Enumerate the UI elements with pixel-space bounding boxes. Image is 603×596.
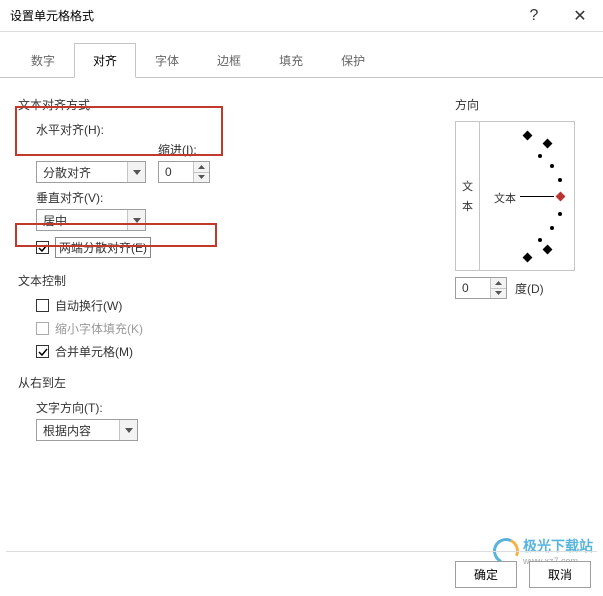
section-text-control: 文本控制: [18, 272, 358, 289]
justify-label: 两端分散对齐(E): [55, 237, 151, 258]
merge-label: 合并单元格(M): [55, 343, 133, 360]
tab-alignment[interactable]: 对齐: [74, 43, 136, 78]
section-rtl: 从右到左: [18, 374, 358, 391]
h-align-select[interactable]: 分散对齐: [36, 161, 146, 183]
tabs: 数字 对齐 字体 边框 填充 保护: [0, 32, 603, 78]
tab-protect[interactable]: 保护: [322, 43, 384, 78]
spin-up-icon[interactable]: [491, 278, 506, 289]
section-alignment: 文本对齐方式: [18, 96, 358, 113]
tab-fill[interactable]: 填充: [260, 43, 322, 78]
shrink-label: 缩小字体填充(K): [55, 320, 143, 337]
chevron-down-icon: [127, 162, 145, 182]
section-orientation: 方向: [455, 96, 585, 113]
orient-line: [520, 196, 554, 197]
orient-htext: 文本: [494, 190, 516, 206]
text-dir-label: 文字方向(T):: [36, 399, 358, 416]
chevron-down-icon: [127, 210, 145, 230]
footer-separator: [6, 551, 597, 552]
chevron-down-icon: [119, 420, 137, 440]
v-align-select[interactable]: 居中: [36, 209, 146, 231]
wrap-label: 自动换行(W): [55, 297, 122, 314]
spin-down-icon[interactable]: [194, 173, 209, 183]
wrap-checkbox[interactable]: [36, 299, 49, 312]
spin-down-icon[interactable]: [491, 289, 506, 299]
cancel-button[interactable]: 取消: [529, 561, 591, 588]
degree-label: 度(D): [515, 280, 544, 297]
indent-label: 缩进(I):: [158, 141, 210, 158]
orient-vtext-1: 文: [462, 178, 473, 194]
orientation-widget[interactable]: 文 本 文本: [455, 121, 575, 271]
merge-checkbox[interactable]: [36, 345, 49, 358]
degree-spinner[interactable]: 0: [455, 277, 507, 299]
tab-font[interactable]: 字体: [136, 43, 198, 78]
spin-up-icon[interactable]: [194, 162, 209, 173]
orient-vtext-2: 本: [462, 198, 473, 214]
v-align-label: 垂直对齐(V):: [36, 189, 358, 206]
tab-number[interactable]: 数字: [12, 43, 74, 78]
shrink-checkbox: [36, 322, 49, 335]
text-dir-select[interactable]: 根据内容: [36, 419, 138, 441]
justify-checkbox[interactable]: [36, 241, 49, 254]
window-title: 设置单元格格式: [0, 7, 511, 24]
ok-button[interactable]: 确定: [455, 561, 517, 588]
indent-spinner[interactable]: 0: [158, 161, 210, 183]
h-align-label: 水平对齐(H):: [36, 121, 358, 138]
tab-border[interactable]: 边框: [198, 43, 260, 78]
close-button[interactable]: ✕: [557, 0, 603, 32]
orient-handle[interactable]: [556, 192, 566, 202]
help-button[interactable]: ?: [511, 0, 557, 32]
